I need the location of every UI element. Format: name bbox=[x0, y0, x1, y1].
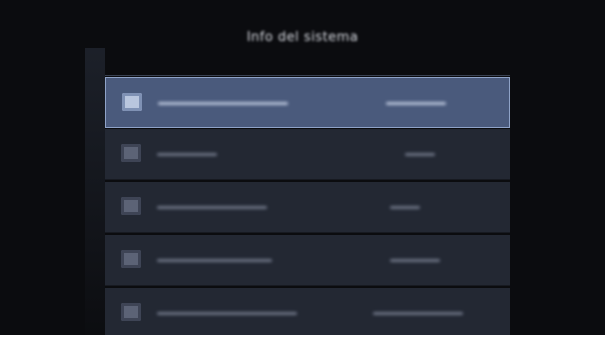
bottom-border bbox=[0, 335, 605, 345]
list-item-value bbox=[379, 96, 469, 110]
list-item-value bbox=[380, 306, 470, 320]
list-item[interactable] bbox=[105, 129, 510, 180]
settings-list bbox=[105, 77, 510, 339]
list-item[interactable] bbox=[105, 288, 510, 339]
list-item-label bbox=[158, 96, 338, 110]
chip-icon bbox=[121, 144, 141, 162]
storage-icon bbox=[121, 303, 141, 321]
list-item-value bbox=[380, 147, 470, 161]
display-icon bbox=[121, 197, 141, 215]
drive-icon bbox=[122, 93, 142, 111]
list-item-value bbox=[380, 200, 470, 214]
list-item-label bbox=[157, 306, 337, 320]
network-icon bbox=[121, 250, 141, 268]
section-header bbox=[150, 62, 280, 72]
list-item[interactable] bbox=[105, 77, 510, 128]
list-item[interactable] bbox=[105, 235, 510, 286]
system-info-screen: Info del sistema bbox=[0, 0, 605, 345]
page-title: Info del sistema bbox=[246, 30, 359, 45]
side-glow bbox=[85, 48, 105, 335]
list-item[interactable] bbox=[105, 182, 510, 233]
list-item-label bbox=[157, 253, 337, 267]
header-divider bbox=[105, 75, 510, 76]
list-item-label bbox=[157, 200, 337, 214]
list-item-label bbox=[157, 147, 337, 161]
list-item-value bbox=[380, 253, 470, 267]
